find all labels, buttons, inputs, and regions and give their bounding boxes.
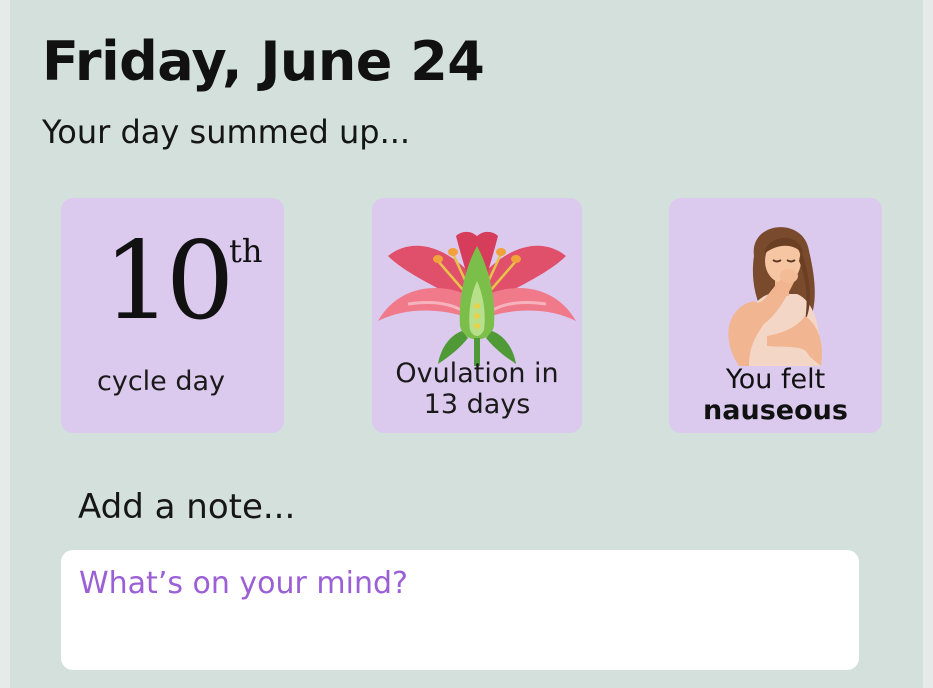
day-summary-panel: Friday, June 24 Your day summed up... 10…: [10, 0, 923, 688]
cycle-day-label: cycle day: [97, 366, 226, 397]
cycle-day-card[interactable]: 10 th cycle day: [61, 198, 284, 433]
cycle-day-number: 10: [103, 219, 234, 344]
lily-flower-icon: [378, 231, 576, 366]
mood-card[interactable]: You felt nauseous: [669, 198, 882, 433]
ovulation-card[interactable]: Ovulation in 13 days: [372, 198, 582, 433]
ovulation-label: Ovulation in 13 days: [372, 358, 582, 420]
ovulation-line1: Ovulation in: [395, 358, 559, 389]
note-heading: Add a note...: [78, 487, 296, 527]
nauseous-woman-icon: [728, 227, 823, 366]
mood-value: nauseous: [703, 395, 848, 426]
page-subtitle: Your day summed up...: [42, 113, 411, 151]
note-input[interactable]: [61, 550, 859, 670]
mood-line1: You felt: [725, 364, 826, 395]
mood-label: You felt nauseous: [669, 364, 882, 426]
page-title: Friday, June 24: [42, 30, 485, 93]
ovulation-line2: 13 days: [423, 389, 531, 420]
cycle-day-ordinal: th: [229, 232, 263, 270]
